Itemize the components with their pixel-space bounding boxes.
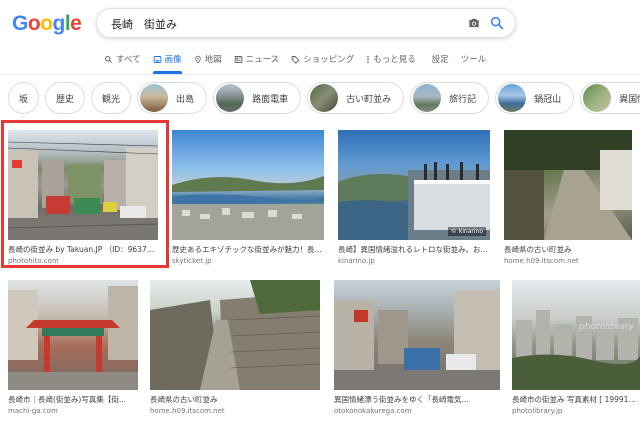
result-thumbnail[interactable]: photolibrary — [512, 280, 640, 390]
chip-thumbnail — [310, 84, 339, 112]
result-title[interactable]: 長崎県の古い町並み — [504, 245, 632, 255]
result-thumbnail[interactable] — [150, 280, 320, 390]
observation-deck-photo — [338, 162, 490, 240]
image-result[interactable]: 長崎県の古い町並み home.h09.itscom.net — [150, 280, 320, 416]
tab-label: 地図 — [204, 55, 222, 65]
tab-label: 画像 — [164, 55, 182, 65]
result-source[interactable]: home.h09.itscom.net — [150, 407, 320, 416]
news-icon — [234, 55, 242, 63]
header-divider — [0, 74, 640, 75]
search-box[interactable]: 長崎 街並み — [96, 8, 516, 38]
image-result[interactable]: photolibrary 長崎市の街並み 写真素材 [ 1999105 ]...… — [512, 280, 640, 416]
result-thumbnail[interactable] — [8, 280, 138, 390]
chip-thumbnail — [140, 84, 169, 112]
result-title[interactable]: 異国情緒漂う街並みをゆく「長崎電気... — [334, 395, 500, 405]
result-source[interactable]: photolibrary.jp — [512, 407, 640, 416]
result-title[interactable]: 歴史あるエキゾチックな街並みが魅力！長... — [172, 245, 324, 255]
logo-letter: o — [27, 12, 41, 35]
search-icon — [105, 55, 112, 63]
result-source[interactable]: kinarino.jp — [338, 257, 490, 266]
chip-thumbnail — [216, 84, 245, 112]
chip-label: 観光 — [102, 94, 121, 105]
image-result[interactable]: © kinarino 長崎】異国情緒溢れるレトロな街並み。お... kinari… — [338, 130, 490, 266]
old-path-photo — [504, 130, 632, 240]
more-vert-icon — [367, 55, 370, 63]
image-result[interactable]: 歴史あるエキゾチックな街並みが魅力！長... skyticket.jp — [172, 130, 324, 266]
tab-maps[interactable]: 地図 — [194, 48, 222, 70]
image-credit: © kinarino — [447, 227, 486, 236]
image-watermark: photolibrary — [579, 322, 634, 332]
streetcar-photo — [334, 290, 500, 390]
chip-thumbnail — [498, 84, 527, 112]
chip-label: 旅行記 — [449, 94, 477, 105]
tag-icon — [291, 55, 300, 64]
image-result[interactable]: 異国情緒漂う街並みをゆく「長崎電気... otokonokakurega.com — [334, 280, 500, 416]
tab-more[interactable]: もっと見る — [366, 48, 416, 70]
chip-label: 路面電車 — [252, 94, 289, 105]
image-icon — [153, 55, 161, 63]
result-source[interactable]: machi-ga.com — [8, 407, 138, 416]
chip-history[interactable]: 歴史 — [45, 82, 86, 114]
stone-wall-photo — [150, 280, 320, 390]
search-tabs: すべて 画像 地図 ニュース ショッピング もっと見る 設定 ツール — [104, 48, 498, 74]
chip-label: 異国情 — [619, 94, 640, 105]
tab-news[interactable]: ニュース — [234, 48, 280, 70]
tab-label: もっと見る — [373, 55, 416, 65]
chip-label: 坂 — [19, 94, 29, 105]
chip-thumbnail — [583, 84, 612, 112]
result-title[interactable]: 長崎】異国情緒溢れるレトロな街並み。お... — [338, 245, 490, 255]
result-thumbnail[interactable] — [8, 130, 158, 240]
camera-icon[interactable] — [467, 16, 481, 30]
google-logo[interactable]: Google — [12, 12, 82, 36]
street-photo — [8, 141, 158, 240]
result-source[interactable]: otokonokakurega.com — [334, 407, 500, 416]
tab-all[interactable]: すべて — [104, 48, 141, 70]
harbor-photo — [172, 176, 324, 240]
result-title[interactable]: 長崎市の街並み 写真素材 [ 1999105 ]... — [512, 395, 640, 405]
result-source[interactable]: skyticket.jp — [172, 257, 324, 266]
tab-label: ショッピング — [303, 55, 355, 65]
tab-shopping[interactable]: ショッピング — [291, 48, 354, 70]
china-gate-photo — [8, 286, 138, 390]
result-title[interactable]: 長崎県の古い町並み — [150, 395, 320, 405]
logo-letter: e — [70, 12, 82, 35]
chip-old-town[interactable]: 古い町並み — [307, 82, 405, 114]
chip-label: 鍋冠山 — [534, 94, 562, 105]
tab-images[interactable]: 画像 — [152, 48, 182, 74]
chip-dejima[interactable]: 出島 — [137, 82, 208, 114]
result-source[interactable]: photohito.com — [8, 257, 158, 266]
image-result[interactable]: 長崎の街並み by Takuan.JP （ID：96372... photohi… — [8, 130, 158, 266]
logo-letter: G — [12, 12, 28, 35]
chip-travelogue[interactable]: 旅行記 — [410, 82, 490, 114]
tools-link[interactable]: ツール — [461, 48, 487, 70]
result-thumbnail[interactable] — [172, 130, 324, 240]
logo-letter: o — [40, 12, 53, 35]
image-result[interactable]: 長崎県の古い町並み home.h09.itscom.net — [504, 130, 632, 266]
chip-thumbnail — [413, 84, 442, 112]
chip-label: 歴史 — [56, 94, 75, 105]
chip-streetcar[interactable]: 路面電車 — [213, 82, 302, 114]
related-chips: 坂 歴史 観光 出島 路面電車 古い町並み 旅行記 鍋冠山 異国情 — [8, 82, 640, 114]
chip-nabekanmuri[interactable]: 鍋冠山 — [495, 82, 575, 114]
logo-letter: g — [52, 12, 66, 35]
chip-exotic[interactable]: 異国情 — [580, 82, 640, 114]
chip-label: 古い町並み — [346, 94, 392, 105]
chip-saka[interactable]: 坂 — [8, 82, 40, 114]
result-thumbnail[interactable]: © kinarino — [338, 130, 490, 240]
settings-link[interactable]: 設定 — [432, 48, 449, 70]
search-input[interactable]: 長崎 街並み — [111, 16, 177, 32]
result-title[interactable]: 長崎の街並み by Takuan.JP （ID：96372... — [8, 245, 158, 255]
chip-sightseeing[interactable]: 観光 — [91, 82, 132, 114]
tab-label: ニュース — [245, 55, 280, 65]
result-thumbnail[interactable] — [334, 280, 500, 390]
result-title[interactable]: 長崎市｜長崎(街並み)写真集【街... — [8, 395, 138, 405]
city-skyline-photo — [512, 310, 640, 390]
search-submit-icon[interactable] — [489, 15, 505, 31]
image-result[interactable]: 長崎市｜長崎(街並み)写真集【街... machi-ga.com — [8, 280, 138, 416]
map-pin-icon — [194, 55, 201, 63]
chip-label: 出島 — [176, 94, 195, 105]
result-thumbnail[interactable] — [504, 130, 632, 240]
tab-label: すべて — [116, 55, 141, 65]
result-source[interactable]: home.h09.itscom.net — [504, 257, 632, 266]
